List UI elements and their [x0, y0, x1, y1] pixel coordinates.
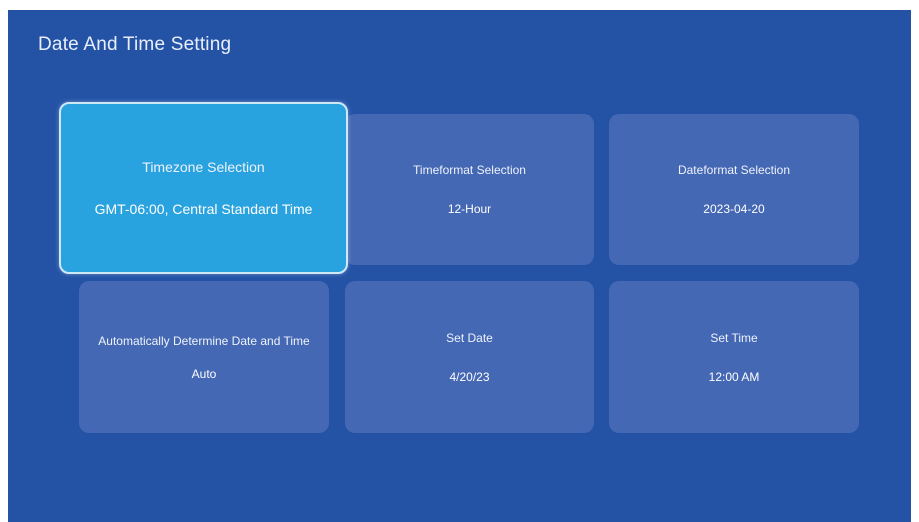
- set-date-tile[interactable]: Set Date 4/20/23: [345, 281, 594, 433]
- timeformat-selection-label: Timeformat Selection: [413, 163, 526, 177]
- dateformat-selection-label: Dateformat Selection: [677, 163, 791, 177]
- set-time-label: Set Time: [710, 330, 758, 345]
- set-time-tile[interactable]: Set Time 12:00 AM: [609, 281, 859, 433]
- timeformat-selection-tile[interactable]: Timeformat Selection 12-Hour: [345, 114, 594, 265]
- timezone-selection-label: Timezone Selection: [142, 158, 265, 175]
- auto-date-time-value: Auto: [191, 366, 217, 381]
- timezone-selection-tile[interactable]: Timezone Selection GMT-06:00, Central St…: [59, 102, 348, 274]
- set-date-label: Set Date: [446, 330, 493, 345]
- dateformat-selection-value: 2023-04-20: [703, 202, 765, 216]
- timezone-selection-value: GMT-06:00, Central Standard Time: [94, 200, 313, 217]
- set-time-value: 12:00 AM: [708, 369, 760, 384]
- date-time-settings-screen: Date And Time Setting Timezone Selection…: [8, 10, 911, 522]
- set-date-value: 4/20/23: [449, 369, 490, 384]
- page-title: Date And Time Setting: [38, 34, 232, 55]
- auto-date-time-label: Automatically Determine Date and Time: [98, 333, 310, 348]
- dateformat-selection-tile[interactable]: Dateformat Selection 2023-04-20: [609, 114, 859, 265]
- auto-date-time-tile[interactable]: Automatically Determine Date and Time Au…: [79, 281, 329, 433]
- timeformat-selection-value: 12-Hour: [447, 202, 492, 216]
